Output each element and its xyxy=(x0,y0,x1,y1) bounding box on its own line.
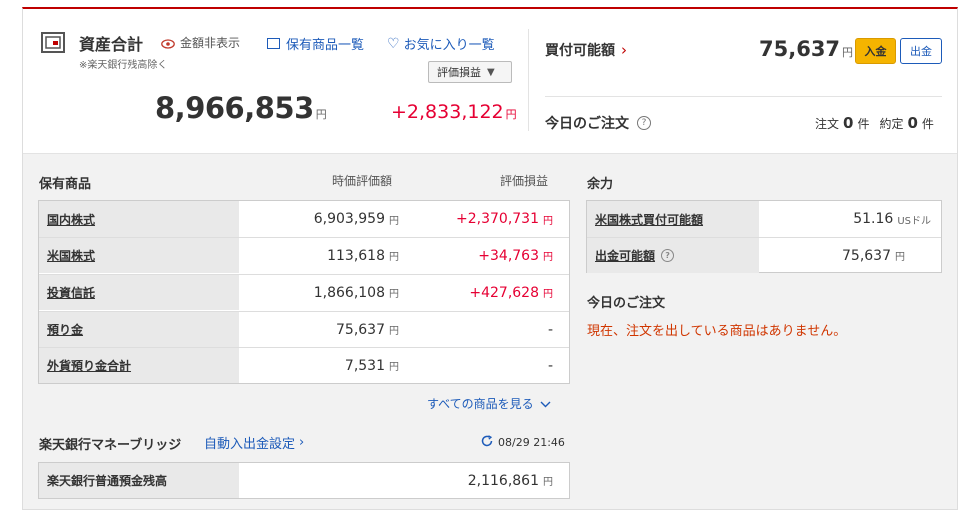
surplus-value: 75,637 円 xyxy=(842,247,905,264)
holding-gain: +34,763 円 xyxy=(478,247,553,264)
buying-power-value: 75,637 xyxy=(759,37,841,61)
hide-amount-label: 金額非表示 xyxy=(180,36,241,50)
wallet-icon xyxy=(41,31,65,55)
help-icon[interactable]: ? xyxy=(637,116,651,130)
favorites-label: お気に入り一覧 xyxy=(403,38,495,53)
fill-label: 約定 xyxy=(879,117,904,131)
holding-name[interactable]: 国内株式 xyxy=(39,201,239,237)
holding-value: 113,618 円 xyxy=(327,247,399,264)
surplus-orders-heading: 今日のご注文 xyxy=(587,296,666,311)
holding-value: 6,903,959 円 xyxy=(313,211,399,227)
surplus-heading: 余力 xyxy=(587,177,614,192)
holdings-heading: 保有商品 xyxy=(39,177,92,192)
favorites-link[interactable]: ♡ お気に入り一覧 xyxy=(387,34,495,54)
assets-note: ※楽天銀行残高除く xyxy=(79,60,168,71)
fill-count: 0 xyxy=(907,114,918,132)
deposit-label: 入金 xyxy=(864,45,887,58)
buying-power-unit: 円 xyxy=(842,46,854,59)
table-row: 米国株式 113,618 円 +34,763 円 xyxy=(39,237,569,273)
holding-gain: - xyxy=(547,321,553,338)
holdings-list-label: 保有商品一覧 xyxy=(286,38,365,53)
auto-transfer-label: 自動入出金設定 xyxy=(204,437,296,452)
col-value-header: 時価評価額 xyxy=(332,174,393,188)
eval-select-value: 評価損益 xyxy=(437,66,481,79)
holding-gain: +427,628 円 xyxy=(469,284,553,301)
top-divider xyxy=(528,29,529,131)
hide-amount-toggle[interactable]: 金額非表示 xyxy=(161,34,240,51)
see-all-link[interactable]: すべての商品を見る xyxy=(427,395,551,412)
bank-balance-value: 2,116,861 円 xyxy=(467,472,553,489)
table-row: 国内株式 6,903,959 円 +2,370,731 円 xyxy=(39,201,569,237)
no-orders-message: 現在、注文を出している商品はありません。 xyxy=(587,324,847,339)
holding-name[interactable]: 米国株式 xyxy=(39,238,239,273)
table-row: 外貨預り金合計 7,531 円 - xyxy=(39,347,569,383)
chevron-right-icon: › xyxy=(299,435,305,450)
eval-select[interactable]: 評価損益 ▼ xyxy=(428,61,512,83)
total-gain: +2,833,122 円 xyxy=(391,101,517,123)
surplus-name[interactable]: 出金可能額 ? xyxy=(587,238,759,273)
orders-divider xyxy=(545,96,942,97)
fill-unit: 件 xyxy=(921,117,934,131)
surplus-value: 51.16 USドル xyxy=(853,211,931,227)
chevron-down-icon xyxy=(540,397,551,411)
withdraw-button[interactable]: 出金 xyxy=(900,38,942,64)
holding-value: 75,637 円 xyxy=(336,321,399,338)
summary-top: 資産合計 金額非表示 ※楽天銀行残高除く 保有商品一覧 ♡ お気に入り一覧 評価… xyxy=(23,9,957,154)
col-gain-header: 評価損益 xyxy=(500,174,549,188)
chevron-right-icon: › xyxy=(621,41,627,59)
holding-value: 1,866,108 円 xyxy=(313,284,399,301)
auto-transfer-link[interactable]: 自動入出金設定 › xyxy=(204,433,304,452)
table-row: 預り金 75,637 円 - xyxy=(39,311,569,347)
holding-name[interactable]: 投資信託 xyxy=(39,275,239,310)
deposit-button[interactable]: 入金 xyxy=(855,38,896,64)
order-counts: 注文 0 件 約定 0 件 xyxy=(815,114,934,132)
order-count: 0 xyxy=(843,114,854,132)
help-icon[interactable]: ? xyxy=(661,249,675,262)
total-gain-unit: 円 xyxy=(505,108,517,121)
bank-table: 楽天銀行普通預金残高 2,116,861 円 xyxy=(38,462,570,499)
table-row: 楽天銀行普通預金残高 2,116,861 円 xyxy=(39,463,569,498)
buying-power-label: 買付可能額 xyxy=(545,43,615,59)
holding-gain: +2,370,731 円 xyxy=(456,211,553,227)
timestamp: 08/29 21:46 xyxy=(498,436,565,449)
holding-gain: - xyxy=(547,357,553,374)
today-orders: 今日のご注文 ? xyxy=(545,113,651,133)
total-assets-value: 8,966,853 xyxy=(155,91,314,125)
table-row: 投資信託 1,866,108 円 +427,628 円 xyxy=(39,274,569,310)
surplus-name[interactable]: 米国株式買付可能額 xyxy=(587,201,759,237)
account-summary-panel: 資産合計 金額非表示 ※楽天銀行残高除く 保有商品一覧 ♡ お気に入り一覧 評価… xyxy=(22,7,958,510)
withdraw-label: 出金 xyxy=(910,45,932,58)
table-row: 米国株式買付可能額 51.16 USドル xyxy=(587,201,941,237)
table-row: 出金可能額 ? 75,637 円 xyxy=(587,237,941,273)
caret-down-icon: ▼ xyxy=(487,66,495,78)
today-orders-label: 今日のご注文 xyxy=(545,116,629,132)
buying-power-amount: 75,637 円 xyxy=(759,37,853,61)
heart-icon: ♡ xyxy=(387,35,400,52)
total-gain-value: +2,833,122 xyxy=(391,101,504,123)
surplus-table: 米国株式買付可能額 51.16 USドル 出金可能額 ? 75,637 円 xyxy=(586,200,942,273)
total-assets-unit: 円 xyxy=(315,108,327,121)
buying-power-link[interactable]: 買付可能額 › xyxy=(545,40,627,60)
total-assets: 8,966,853 円 xyxy=(155,91,327,125)
holdings-table: 国内株式 6,903,959 円 +2,370,731 円 米国株式 113,618… xyxy=(38,200,570,384)
bank-balance-label: 楽天銀行普通預金残高 xyxy=(39,463,239,498)
holdings-list-link[interactable]: 保有商品一覧 xyxy=(267,34,364,53)
holding-name[interactable]: 預り金 xyxy=(39,312,239,347)
refresh-timestamp[interactable]: 08/29 21:46 xyxy=(481,435,565,450)
assets-title: 資産合計 xyxy=(79,35,144,54)
bank-heading: 楽天銀行マネーブリッジ xyxy=(39,438,182,453)
holding-value: 7,531 円 xyxy=(344,357,399,374)
see-all-label: すべての商品を見る xyxy=(427,397,534,411)
eye-icon xyxy=(161,38,175,49)
refresh-icon xyxy=(481,435,493,450)
holding-name[interactable]: 外貨預り金合計 xyxy=(39,348,239,383)
holdings-icon xyxy=(267,38,280,49)
order-label: 注文 xyxy=(815,117,840,131)
order-unit: 件 xyxy=(857,117,870,131)
